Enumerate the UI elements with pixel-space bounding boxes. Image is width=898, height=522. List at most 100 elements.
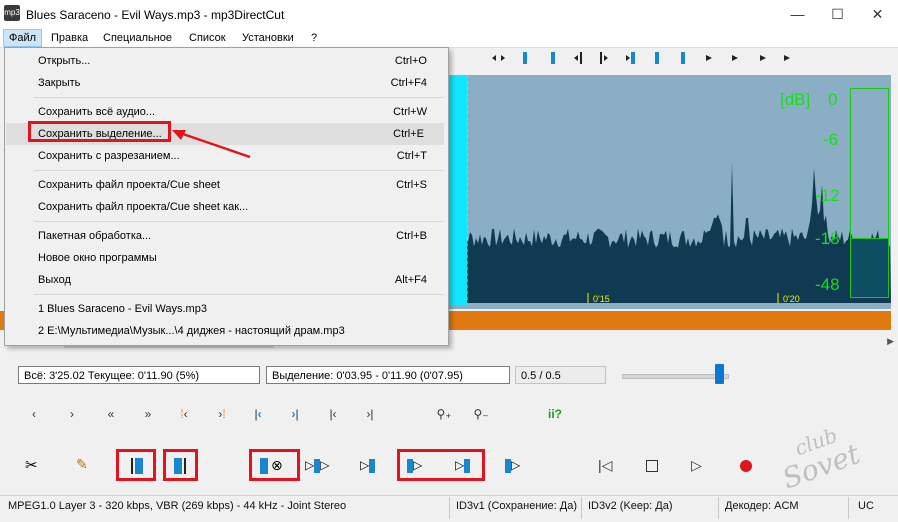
cue-marker-2-icon[interactable] bbox=[676, 52, 690, 64]
status-separator bbox=[449, 497, 450, 519]
insert-cue-icon[interactable] bbox=[626, 52, 640, 64]
uc-info: UC bbox=[858, 500, 874, 512]
menu-list[interactable]: Список bbox=[184, 30, 231, 46]
cut-icon[interactable]: ✂ bbox=[25, 456, 38, 474]
menu-recent-1[interactable]: 1 Blues Saraceno - Evil Ways.mp3 bbox=[5, 298, 448, 320]
status-separator bbox=[848, 497, 849, 519]
set-end-icon[interactable]: ›| bbox=[360, 407, 380, 421]
fade-out-icon[interactable] bbox=[730, 52, 744, 64]
volume-slider-thumb[interactable] bbox=[715, 364, 724, 384]
db-0-label: 0 bbox=[828, 90, 838, 109]
zoom-out-icon[interactable]: ⚲₋ bbox=[471, 407, 491, 421]
level-meter bbox=[850, 88, 889, 298]
cue-end-icon[interactable] bbox=[174, 458, 182, 474]
window-title: Blues Saraceno - Evil Ways.mp3 - mp3Dire… bbox=[26, 8, 285, 22]
menu-separator bbox=[34, 170, 444, 171]
menu-bar: Файл Правка Специальное Список Установки… bbox=[0, 29, 898, 48]
menu-recent-2[interactable]: 2 E:\Мультимедиа\Музык...\4 диджея - нас… bbox=[5, 320, 448, 342]
zoom-in-icon[interactable]: ⚲₊ bbox=[434, 407, 454, 421]
pencil-icon[interactable]: ✎ bbox=[76, 456, 88, 473]
db-48-label: -48 bbox=[815, 275, 840, 294]
play-from-begin-icon[interactable]: ▷ bbox=[407, 458, 422, 473]
menu-close[interactable]: Закрыть Ctrl+F4 bbox=[5, 72, 448, 94]
play-loop-icon[interactable] bbox=[260, 458, 268, 474]
menu-settings[interactable]: Установки bbox=[237, 30, 299, 46]
scroll-right-icon[interactable]: ▶ bbox=[887, 336, 894, 347]
menu-help[interactable]: ? bbox=[306, 30, 322, 46]
menu-save-all[interactable]: Сохранить всё аудио... Ctrl+W bbox=[5, 101, 448, 123]
prev-frame-icon[interactable]: ‹ bbox=[24, 407, 44, 421]
to-end-icon[interactable]: ›| bbox=[285, 407, 305, 421]
menu-batch[interactable]: Пакетная обработка... Ctrl+B bbox=[5, 225, 448, 247]
zoom-info: 0.5 / 0.5 bbox=[515, 366, 606, 384]
db-12-label: -12 bbox=[815, 186, 840, 205]
annotation-highlight bbox=[28, 121, 171, 142]
selection-region[interactable] bbox=[448, 75, 467, 305]
app-icon: mp3 bbox=[4, 5, 20, 21]
menu-new-window[interactable]: Новое окно программы bbox=[5, 247, 448, 269]
to-begin-icon[interactable]: |‹ bbox=[248, 407, 268, 421]
watermark-logo: club Sovet bbox=[778, 423, 865, 488]
marker-toolbar bbox=[448, 48, 898, 68]
title-bar: mp3 Blues Saraceno - Evil Ways.mp3 - mp3… bbox=[0, 0, 898, 29]
overview-bar[interactable] bbox=[448, 311, 891, 330]
id3v2-info: ID3v2 (Keep: Да) bbox=[588, 500, 673, 512]
close-button[interactable]: ✕ bbox=[855, 0, 898, 29]
normalize-icon[interactable]: ii? bbox=[545, 407, 565, 421]
play-to-cue-icon[interactable]: ▷ bbox=[360, 458, 376, 473]
status-separator bbox=[581, 497, 582, 519]
time-marker-15: 0'15 bbox=[593, 294, 610, 304]
stop-icon[interactable] bbox=[646, 460, 658, 472]
play-around-icon[interactable]: ▷ ▷ bbox=[305, 458, 329, 473]
status-separator bbox=[718, 497, 719, 519]
menu-separator bbox=[34, 294, 444, 295]
set-begin-icon[interactable]: |‹ bbox=[323, 407, 343, 421]
menu-special[interactable]: Специальное bbox=[98, 30, 177, 46]
cue-marker-icon[interactable] bbox=[650, 52, 664, 64]
jump-start-icon[interactable]: ⁞‹ bbox=[174, 407, 194, 421]
play-cue-icon[interactable]: ▷ bbox=[505, 458, 520, 473]
menu-separator bbox=[34, 221, 444, 222]
menu-edit[interactable]: Правка bbox=[46, 30, 93, 46]
volume-icon[interactable] bbox=[782, 52, 796, 64]
annotation-arrow bbox=[172, 130, 251, 159]
menu-separator bbox=[34, 97, 444, 98]
next-frame-icon[interactable]: › bbox=[62, 407, 82, 421]
cue-right-icon[interactable] bbox=[546, 52, 560, 64]
file-menu-dropdown: Открыть... Ctrl+O Закрыть Ctrl+F4 Сохранит… bbox=[4, 47, 449, 346]
prev-cue-icon[interactable] bbox=[492, 52, 506, 64]
crossfade-icon[interactable] bbox=[758, 52, 772, 64]
rewind-icon[interactable]: « bbox=[101, 407, 121, 421]
cue-begin-icon[interactable] bbox=[135, 458, 143, 474]
play-icon[interactable]: ▷ bbox=[691, 457, 702, 474]
menu-save-project[interactable]: Сохранить файл проекта/Cue sheet Ctrl+S bbox=[5, 174, 448, 196]
menu-exit[interactable]: Выход Alt+F4 bbox=[5, 269, 448, 291]
cue-left-icon[interactable] bbox=[518, 52, 532, 64]
db-6-label: -6 bbox=[823, 130, 839, 149]
minimize-button[interactable]: — bbox=[775, 0, 820, 29]
record-icon[interactable] bbox=[740, 460, 752, 472]
play-to-end-icon[interactable]: ▷ bbox=[455, 458, 471, 473]
fast-forward-icon[interactable]: » bbox=[138, 407, 158, 421]
id3v1-info: ID3v1 (Сохранение: Да) bbox=[456, 500, 577, 512]
skip-start-icon[interactable]: |◁ bbox=[598, 457, 612, 474]
cue-begin-line bbox=[131, 458, 133, 474]
db-18-label: -18 bbox=[815, 229, 840, 248]
maximize-button[interactable]: ☐ bbox=[815, 0, 860, 29]
time-info: Всё: 3'25.02 Текущее: 0'11.90 (5%) bbox=[18, 366, 260, 384]
volume-slider[interactable] bbox=[622, 374, 729, 379]
db-unit-label: [dB] bbox=[780, 90, 811, 109]
move-cue-left-icon[interactable] bbox=[574, 52, 588, 64]
menu-file[interactable]: Файл bbox=[3, 29, 43, 47]
format-info: MPEG1.0 Layer 3 - 320 kbps, VBR (269 kbp… bbox=[8, 500, 347, 512]
menu-open[interactable]: Открыть... Ctrl+O bbox=[5, 50, 448, 72]
decoder-info: Декодер: ACM bbox=[725, 500, 799, 512]
level-meter-fill bbox=[851, 238, 888, 297]
fade-in-icon[interactable] bbox=[704, 52, 718, 64]
move-cue-right-icon[interactable] bbox=[596, 52, 610, 64]
selection-info: Выделение: 0'03.95 - 0'11.90 (0'07.95) bbox=[266, 366, 510, 384]
menu-save-project-as[interactable]: Сохранить файл проекта/Cue sheet как... bbox=[5, 196, 448, 218]
jump-end-icon[interactable]: ›⁞ bbox=[212, 407, 232, 421]
loop-icon: ⊗ bbox=[271, 457, 283, 473]
cue-end-line bbox=[184, 458, 186, 474]
